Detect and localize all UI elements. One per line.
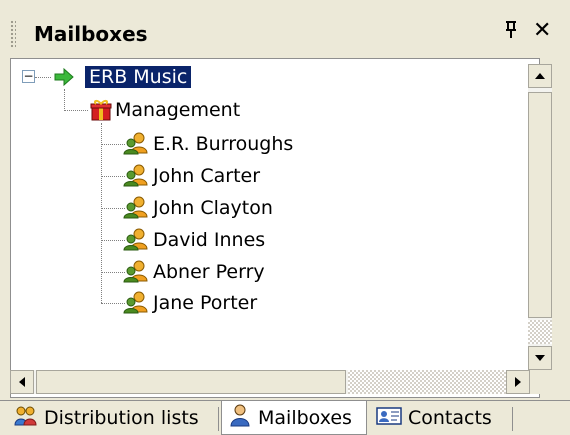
tree-connector — [64, 110, 88, 111]
scroll-right-button[interactable] — [506, 370, 530, 394]
mailbox-tree-panel: − ERB Music Management E.R. Burroughs Jo… — [10, 58, 540, 398]
collapse-glyph: − — [23, 69, 34, 83]
tree-connector — [101, 272, 125, 273]
scroll-down-button[interactable] — [528, 346, 552, 370]
tab-divider — [218, 407, 219, 431]
user-group-icon — [123, 195, 149, 223]
scroll-up-button[interactable] — [528, 64, 552, 88]
tree-root-item[interactable]: ERB Music — [85, 64, 192, 90]
tree-user-item[interactable]: Jane Porter — [153, 290, 257, 316]
tree-user-label: John Clayton — [153, 197, 273, 219]
tree-user-label: Jane Porter — [153, 292, 258, 314]
vertical-scrollbar[interactable] — [528, 64, 552, 370]
horizontal-scroll-track[interactable] — [348, 370, 514, 394]
close-icon[interactable]: ✕ — [533, 18, 551, 43]
user-group-icon — [123, 131, 149, 159]
tree-user-item[interactable]: Abner Perry — [153, 259, 265, 285]
tree-user-label: David Innes — [153, 229, 266, 251]
arrow-up-icon — [535, 73, 545, 79]
gift-box-icon — [89, 98, 113, 126]
bottom-tab-strip: Distribution lists Mailboxes Contacts — [0, 400, 570, 435]
tree-connector — [101, 144, 125, 145]
scrollbar-corner — [530, 370, 552, 394]
tree-group-label: Management — [115, 99, 241, 121]
vertical-scroll-track[interactable] — [528, 320, 552, 344]
tree-user-item[interactable]: John Carter — [153, 163, 260, 189]
tree-user-label: E.R. Burroughs — [153, 133, 294, 155]
arrow-right-icon — [515, 377, 521, 387]
collapse-icon[interactable]: − — [22, 70, 35, 83]
drag-grip-icon[interactable] — [10, 20, 16, 48]
user-group-icon — [123, 163, 149, 191]
distribution-list-icon — [14, 405, 38, 432]
tab-label: Mailboxes — [258, 406, 352, 429]
user-group-icon — [123, 290, 149, 318]
pin-icon[interactable] — [503, 20, 519, 45]
mailbox-user-icon — [228, 403, 252, 432]
tab-label: Distribution lists — [44, 407, 199, 429]
tree-connector — [64, 89, 65, 111]
scroll-left-button[interactable] — [10, 370, 34, 394]
mailbox-tree: − ERB Music Management E.R. Burroughs Jo… — [11, 59, 541, 399]
tab-distribution-lists[interactable]: Distribution lists — [8, 403, 214, 433]
tree-connector — [101, 240, 125, 241]
tree-user-item[interactable]: David Innes — [153, 227, 265, 253]
horizontal-scroll-thumb[interactable] — [36, 370, 346, 394]
tree-user-item[interactable]: E.R. Burroughs — [153, 131, 293, 157]
tree-user-label: Abner Perry — [153, 261, 265, 283]
panel-header: Mailboxes ✕ — [0, 0, 570, 58]
tree-connector — [101, 303, 125, 304]
tree-connector — [35, 77, 51, 78]
tree-connector — [101, 208, 125, 209]
tree-root-label: ERB Music — [85, 66, 192, 88]
arrow-down-icon — [535, 355, 545, 361]
tree-connector — [101, 176, 125, 177]
tree-user-label: John Carter — [153, 165, 261, 187]
tab-divider — [512, 407, 513, 431]
user-group-icon — [123, 259, 149, 287]
user-group-icon — [123, 227, 149, 255]
tree-connector — [101, 123, 102, 303]
horizontal-scrollbar[interactable] — [10, 370, 530, 394]
tab-mailboxes[interactable]: Mailboxes — [221, 401, 367, 435]
panel-title: Mailboxes — [34, 22, 148, 46]
vertical-scroll-thumb[interactable] — [528, 92, 552, 318]
tree-user-item[interactable]: John Clayton — [153, 195, 273, 221]
tree-group-item[interactable]: Management — [115, 97, 240, 123]
tab-contacts[interactable]: Contacts — [370, 403, 510, 433]
contact-card-icon — [376, 406, 402, 431]
arrow-left-icon — [19, 377, 25, 387]
tab-label: Contacts — [408, 407, 492, 429]
